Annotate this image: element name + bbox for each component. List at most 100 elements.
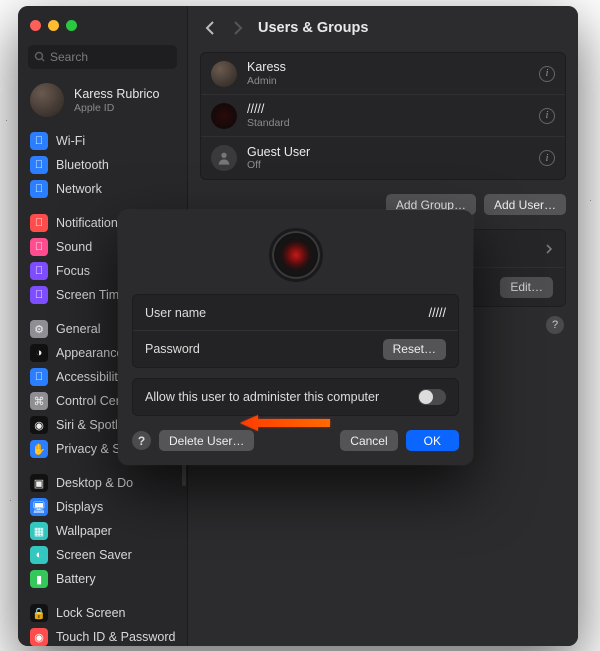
user-avatar (211, 103, 237, 129)
wallpaper-icon: ▦ (30, 522, 48, 540)
search-input[interactable]: Search (28, 45, 177, 69)
sidebar-item-label: Accessibility (56, 370, 124, 384)
focus-icon: 􀆹 (30, 262, 48, 280)
sidebar-item-label: Screen Time (56, 288, 126, 302)
users-list: KaressAdmin i /////Standard i Guest UserOff i (200, 52, 566, 180)
user-name: Guest User (247, 145, 310, 159)
profile-name: Karess Rubrico (74, 87, 159, 102)
appearance-icon: ◑ (30, 344, 48, 362)
sidebar-item-label: Battery (56, 572, 96, 586)
sidebar-item-label: General (56, 322, 100, 336)
minimize-window-button[interactable] (48, 20, 59, 31)
sidebar-item-label: Touch ID & Password (56, 630, 176, 644)
screentime-icon: 􀐱 (30, 286, 48, 304)
sidebar-item-network[interactable]: 􀤆Network (22, 177, 183, 201)
accessibility-icon: 􀕾 (30, 368, 48, 386)
admin-toggle-label: Allow this user to administer this compu… (145, 390, 379, 404)
screensaver-icon: ◐ (30, 546, 48, 564)
sidebar-item-label: Wi-Fi (56, 134, 85, 148)
cancel-button[interactable]: Cancel (340, 430, 397, 451)
edit-user-sheet: User name ///// Password Reset… Allow th… (118, 210, 473, 465)
sidebar-item-lock[interactable]: 🔒 Lock Screen (22, 601, 183, 625)
user-role: Off (247, 159, 310, 171)
user-name: Karess (247, 60, 286, 74)
chevron-right-icon (545, 244, 553, 254)
sidebar-item-label: Wallpaper (56, 524, 112, 538)
user-avatar (211, 145, 237, 171)
user-info-button[interactable]: i (539, 150, 555, 166)
ok-button[interactable]: OK (406, 430, 459, 451)
sidebar-item-touchid[interactable]: ◉ Touch ID & Password (22, 625, 183, 646)
sidebar-item-screensaver[interactable]: ◐ Screen Saver (22, 543, 183, 567)
controlcenter-icon: ⌘ (30, 392, 48, 410)
siri-icon: ◉ (30, 416, 48, 434)
user-info-button[interactable]: i (539, 66, 555, 82)
wifi-icon: 􀙇 (30, 132, 48, 150)
privacy-icon: ✋ (30, 440, 48, 458)
username-row: User name ///// (133, 295, 458, 331)
sidebar-item-label: Lock Screen (56, 606, 125, 620)
username-label: User name (145, 306, 206, 320)
user-row[interactable]: /////Standard i (201, 95, 565, 137)
sheet-help-button[interactable]: ? (132, 431, 151, 450)
sound-icon: 􀊠 (30, 238, 48, 256)
delete-user-button[interactable]: Delete User… (159, 430, 254, 451)
search-icon (34, 51, 46, 63)
chevron-left-icon (205, 21, 215, 35)
sidebar-item-bluetooth[interactable]: 􀒪 Bluetooth (22, 153, 183, 177)
admin-toggle-row: Allow this user to administer this compu… (133, 379, 458, 415)
touchid-icon: ◉ (30, 628, 48, 646)
sidebar-item-displays[interactable]: 🖥 Displays (22, 495, 183, 519)
main-header: Users & Groups (188, 6, 578, 50)
sidebar-item-label: Screen Saver (56, 548, 132, 562)
zoom-window-button[interactable] (66, 20, 77, 31)
help-button[interactable]: ? (546, 316, 564, 334)
username-value: ///// (429, 306, 446, 320)
apple-id-profile[interactable]: Karess Rubrico Apple ID (18, 79, 187, 129)
user-role: Admin (247, 75, 286, 87)
user-name: ///// (247, 102, 290, 116)
sidebar-item-label: Desktop & Do (56, 476, 133, 490)
add-user-button[interactable]: Add User… (484, 194, 566, 215)
page-title: Users & Groups (258, 20, 368, 36)
sidebar-item-label: Sound (56, 240, 92, 254)
search-placeholder: Search (50, 50, 88, 64)
user-fields-box: User name ///// Password Reset… (132, 294, 459, 368)
reset-password-button[interactable]: Reset… (383, 339, 446, 360)
chevron-right-icon (233, 21, 243, 35)
network-icon: 􀤆 (30, 180, 48, 198)
sidebar-item-label: Focus (56, 264, 90, 278)
sidebar-item-desktop[interactable]: ▣ Desktop & Do (22, 471, 183, 495)
displays-icon: 🖥 (30, 498, 48, 516)
profile-avatar (30, 83, 64, 117)
gear-icon: ⚙︎ (30, 320, 48, 338)
sheet-footer: ? Delete User… Cancel OK (118, 416, 473, 453)
desktop-icon: ▣ (30, 474, 48, 492)
sidebar-item-label: Notifications (56, 216, 124, 230)
sidebar-item-label: Siri & Spotlig (56, 418, 128, 432)
sidebar-item-wifi[interactable]: 􀙇 Wi-Fi (22, 129, 183, 153)
bell-icon: 􀋚 (30, 214, 48, 232)
user-avatar-picker[interactable] (269, 228, 323, 282)
admin-toggle-box: Allow this user to administer this compu… (132, 378, 459, 416)
sidebar-item-label: Appearance (56, 346, 123, 360)
battery-icon: ▮ (30, 570, 48, 588)
user-info-button[interactable]: i (539, 108, 555, 124)
user-row[interactable]: KaressAdmin i (201, 53, 565, 95)
user-avatar (211, 61, 237, 87)
edit-button[interactable]: Edit… (500, 277, 553, 298)
close-window-button[interactable] (30, 20, 41, 31)
user-row[interactable]: Guest UserOff i (201, 137, 565, 179)
admin-toggle[interactable] (418, 389, 446, 405)
bluetooth-icon: 􀒪 (30, 156, 48, 174)
sidebar-item-label: Displays (56, 500, 103, 514)
sidebar-item-wallpaper[interactable]: ▦ Wallpaper (22, 519, 183, 543)
back-button[interactable] (202, 20, 218, 36)
user-role: Standard (247, 117, 290, 129)
password-label: Password (145, 342, 200, 356)
lock-icon: 🔒 (30, 604, 48, 622)
sidebar-item-label: Bluetooth (56, 158, 109, 172)
window-controls (18, 14, 187, 41)
forward-button[interactable] (230, 20, 246, 36)
sidebar-item-battery[interactable]: ▮ Battery (22, 567, 183, 591)
